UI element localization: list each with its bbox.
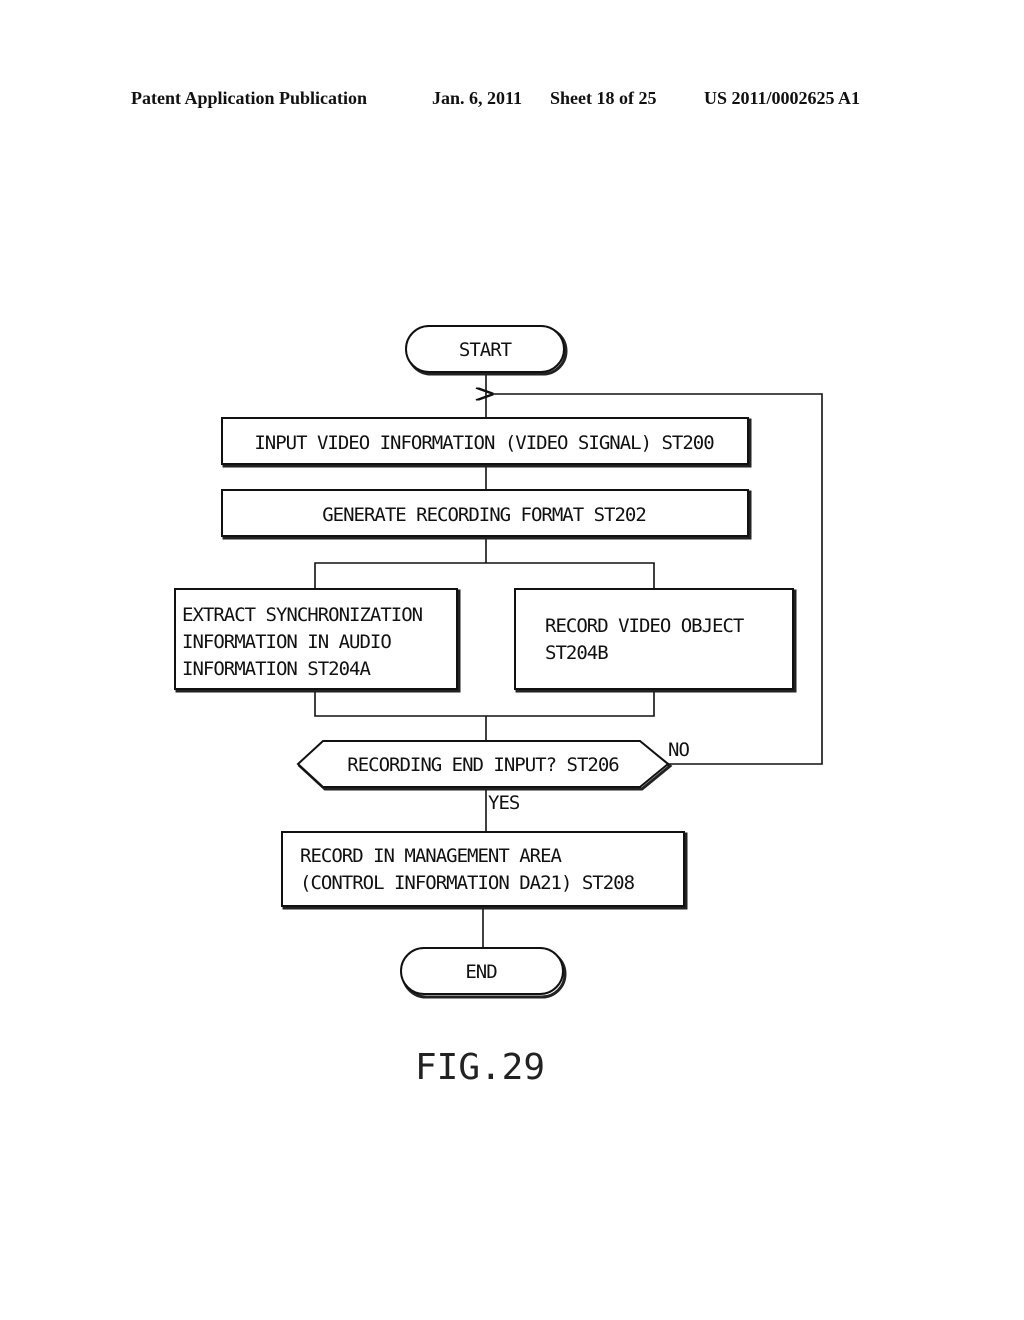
- st208-line-1: RECORD IN MANAGEMENT AREA: [300, 845, 563, 867]
- connector-split-bar: [314, 562, 655, 589]
- end-label: END: [465, 961, 497, 983]
- st204a-line-1: EXTRACT SYNCHRONIZATION: [182, 604, 423, 626]
- flowchart: START INPUT VIDEO INFORMATION (VIDEO SIG…: [174, 325, 823, 1088]
- st206-label: RECORDING END INPUT? ST206: [347, 754, 619, 776]
- yes-branch-label: YES: [488, 792, 520, 814]
- start-label: START: [459, 339, 512, 361]
- end-terminal: END: [400, 947, 567, 999]
- connector-join-bar: [314, 690, 655, 717]
- step-st200: INPUT VIDEO INFORMATION (VIDEO SIGNAL) S…: [221, 417, 752, 468]
- decision-st206: RECORDING END INPUT? ST206 NO YES: [296, 739, 690, 814]
- st200-label: INPUT VIDEO INFORMATION (VIDEO SIGNAL) S…: [254, 432, 714, 454]
- st208-line-2: (CONTROL INFORMATION DA21) ST208: [300, 872, 635, 894]
- step-st204b: RECORD VIDEO OBJECT ST204B: [514, 588, 797, 693]
- step-st202: GENERATE RECORDING FORMAT ST202: [221, 489, 752, 540]
- no-branch-label: NO: [668, 739, 689, 761]
- st204a-line-2: INFORMATION IN AUDIO: [182, 631, 391, 653]
- step-st208: RECORD IN MANAGEMENT AREA (CONTROL INFOR…: [281, 831, 688, 910]
- st204a-line-3: INFORMATION ST204A: [182, 658, 371, 680]
- st202-label: GENERATE RECORDING FORMAT ST202: [322, 504, 646, 526]
- st204b-line-2: ST204B: [545, 642, 608, 664]
- figure-label: FIG.29: [415, 1047, 545, 1088]
- start-terminal: START: [405, 325, 568, 376]
- st204b-line-1: RECORD VIDEO OBJECT: [545, 615, 744, 637]
- step-st204a: EXTRACT SYNCHRONIZATION INFORMATION IN A…: [174, 588, 461, 693]
